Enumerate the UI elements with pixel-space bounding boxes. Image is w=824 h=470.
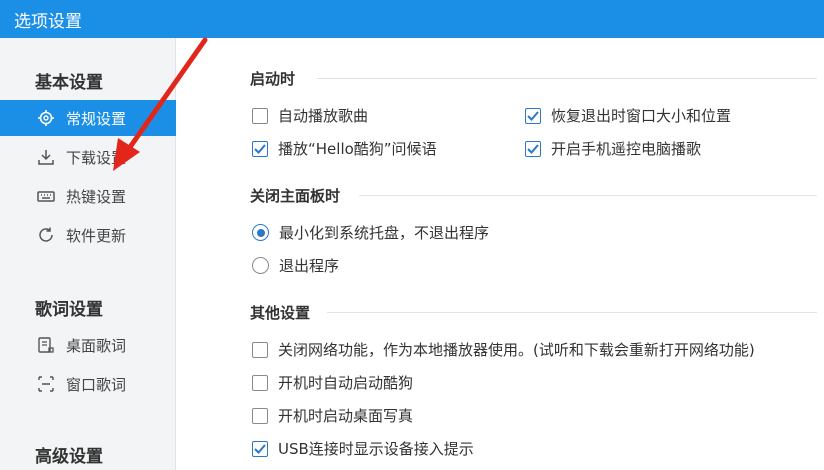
section-title-other: 其他设置	[250, 304, 311, 322]
keyboard-icon	[36, 186, 56, 206]
checkbox-checked[interactable]	[525, 140, 541, 157]
sidebar-item-label: 下载设置	[66, 148, 127, 167]
sidebar-item-window-lyrics[interactable]: 窗口歌词	[0, 366, 176, 402]
sidebar-item-label: 软件更新	[66, 226, 127, 245]
sidebar-item-label: 窗口歌词	[66, 375, 127, 394]
option-disable-network[interactable]: 关闭网络功能，作为本地播放器使用。(试听和下载会重新打开网络功能)	[252, 339, 755, 360]
sidebar-item-general[interactable]: 常规设置	[0, 100, 176, 136]
option-label: 最小化到系统托盘，不退出程序	[279, 224, 490, 242]
gear-icon	[36, 108, 56, 128]
option-usb-prompt[interactable]: USB连接时显示设备接入提示	[252, 438, 474, 459]
window-lyrics-icon	[36, 374, 56, 394]
option-label: 开启手机遥控电脑播歌	[551, 140, 702, 158]
checkmark-icon	[527, 110, 539, 121]
sidebar-item-label: 热键设置	[66, 187, 127, 206]
settings-panel: 启动时 自动播放歌曲 恢复退出时窗口大小和位置 播放“Hello酷狗”问候语 开…	[177, 38, 824, 470]
sidebar: 基本设置 常规设置 下载设置 热键设置 软件更新 歌词设置 桌面歌词 窗口歌词 …	[0, 38, 176, 470]
sidebar-item-update[interactable]: 软件更新	[0, 217, 176, 253]
option-label: 开机时自动启动酷狗	[278, 374, 414, 392]
option-label: 退出程序	[279, 257, 340, 275]
sidebar-item-download[interactable]: 下载设置	[0, 139, 176, 175]
option-label: 自动播放歌曲	[278, 107, 369, 125]
checkbox[interactable]	[252, 341, 268, 358]
group-title-lyrics: 歌词设置	[35, 300, 103, 320]
checkmark-icon	[254, 143, 266, 154]
section-title-startup: 启动时	[250, 70, 296, 88]
option-phone-remote[interactable]: 开启手机遥控电脑播歌	[525, 138, 701, 159]
section-divider	[327, 312, 817, 313]
option-exit-program[interactable]: 退出程序	[252, 255, 339, 276]
title-bar: 选项设置	[0, 0, 824, 38]
radio-selected[interactable]	[252, 224, 269, 241]
option-label: USB连接时显示设备接入提示	[278, 440, 474, 458]
option-autoplay[interactable]: 自动播放歌曲	[252, 105, 368, 126]
option-restore-window[interactable]: 恢复退出时窗口大小和位置	[525, 105, 731, 126]
checkbox[interactable]	[252, 107, 268, 124]
download-icon	[36, 147, 56, 167]
option-label: 开机时启动桌面写真	[278, 407, 414, 425]
option-launch-on-boot[interactable]: 开机时自动启动酷狗	[252, 372, 413, 393]
section-divider	[317, 78, 817, 79]
window-title: 选项设置	[14, 12, 82, 32]
group-title-basic: 基本设置	[35, 73, 103, 93]
checkmark-icon	[254, 443, 266, 454]
desktop-lyrics-icon	[36, 335, 56, 355]
sidebar-item-label: 桌面歌词	[66, 336, 127, 355]
section-divider	[359, 195, 817, 196]
sidebar-item-hotkeys[interactable]: 热键设置	[0, 178, 176, 214]
radio[interactable]	[252, 257, 269, 274]
option-hello-greeting[interactable]: 播放“Hello酷狗”问候语	[252, 138, 437, 159]
checkbox-checked[interactable]	[525, 107, 541, 124]
option-label: 恢复退出时窗口大小和位置	[551, 107, 732, 125]
sidebar-item-label: 常规设置	[66, 109, 127, 128]
checkbox[interactable]	[252, 374, 268, 391]
option-minimize-to-tray[interactable]: 最小化到系统托盘，不退出程序	[252, 222, 489, 243]
sidebar-item-desktop-lyrics[interactable]: 桌面歌词	[0, 327, 176, 363]
group-title-advanced: 高级设置	[35, 447, 103, 467]
option-label: 播放“Hello酷狗”问候语	[278, 140, 437, 158]
section-title-close-panel: 关闭主面板时	[250, 187, 341, 205]
option-label: 关闭网络功能，作为本地播放器使用。(试听和下载会重新打开网络功能)	[278, 341, 755, 359]
update-icon	[36, 225, 56, 245]
option-desktop-photo-on-boot[interactable]: 开机时启动桌面写真	[252, 405, 413, 426]
checkbox-checked[interactable]	[252, 140, 268, 157]
checkmark-icon	[527, 143, 539, 154]
checkbox[interactable]	[252, 407, 268, 424]
checkbox-checked[interactable]	[252, 440, 268, 457]
